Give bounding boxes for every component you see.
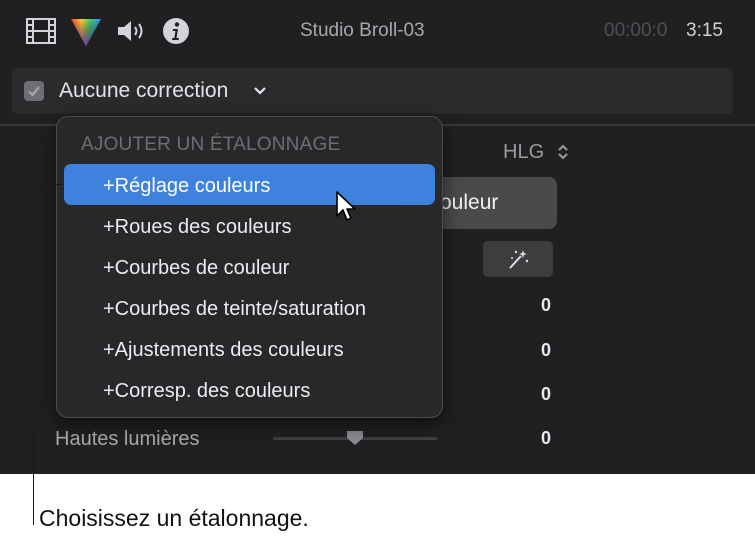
- menu-item-color-wheels[interactable]: +Roues des couleurs: [103, 216, 291, 239]
- menu-item-color-board[interactable]: +Réglage couleurs: [103, 175, 270, 198]
- menu-item-color-curves[interactable]: +Courbes de couleur: [103, 257, 289, 280]
- callout-line-horizontal: [33, 184, 64, 185]
- menu-header: AJOUTER UN ÉTALONNAGE: [81, 134, 341, 155]
- highlights-label: Hautes lumières: [55, 428, 200, 450]
- info-inspector-icon[interactable]: [162, 17, 190, 45]
- up-down-chevron-icon: [558, 144, 568, 160]
- color-inspector-icon[interactable]: [70, 17, 102, 47]
- audio-inspector-icon[interactable]: [116, 18, 146, 44]
- magic-wand-icon: [509, 250, 529, 269]
- clip-title: Studio Broll-03: [300, 20, 425, 41]
- checkmark-icon: [28, 86, 40, 97]
- menu-item-match-color[interactable]: +Corresp. des couleurs: [103, 380, 310, 403]
- value-readout: 0: [541, 340, 552, 360]
- value-readout: 0: [541, 295, 552, 315]
- video-inspector-icon[interactable]: [26, 18, 56, 44]
- highlights-value: 0: [541, 428, 552, 448]
- callout-caption: Choisissez un étalonnage.: [39, 505, 309, 531]
- menu-item-color-adjustments[interactable]: +Ajustements des couleurs: [103, 339, 344, 362]
- color-board-button-label: ouleur: [440, 191, 499, 214]
- hlg-popup[interactable]: HLG: [503, 141, 544, 164]
- mouse-pointer-icon: [336, 191, 356, 221]
- correction-checkbox[interactable]: [24, 81, 44, 101]
- timecode-leading: 00:00:0: [604, 20, 668, 41]
- inspector-panel: Studio Broll-03 00:00:0 3:15 Aucune corr…: [0, 0, 755, 474]
- menu-item-hue-saturation-curves[interactable]: +Courbes de teinte/saturation: [103, 298, 366, 321]
- value-readout: 0: [541, 384, 552, 404]
- slider-knob[interactable]: [346, 430, 364, 446]
- correction-dropdown[interactable]: Aucune correction: [59, 79, 228, 103]
- auto-balance-button[interactable]: [483, 241, 553, 277]
- timecode-trailing: 3:15: [686, 20, 723, 41]
- chevron-down-icon[interactable]: [253, 86, 267, 96]
- callout-line: [33, 184, 34, 525]
